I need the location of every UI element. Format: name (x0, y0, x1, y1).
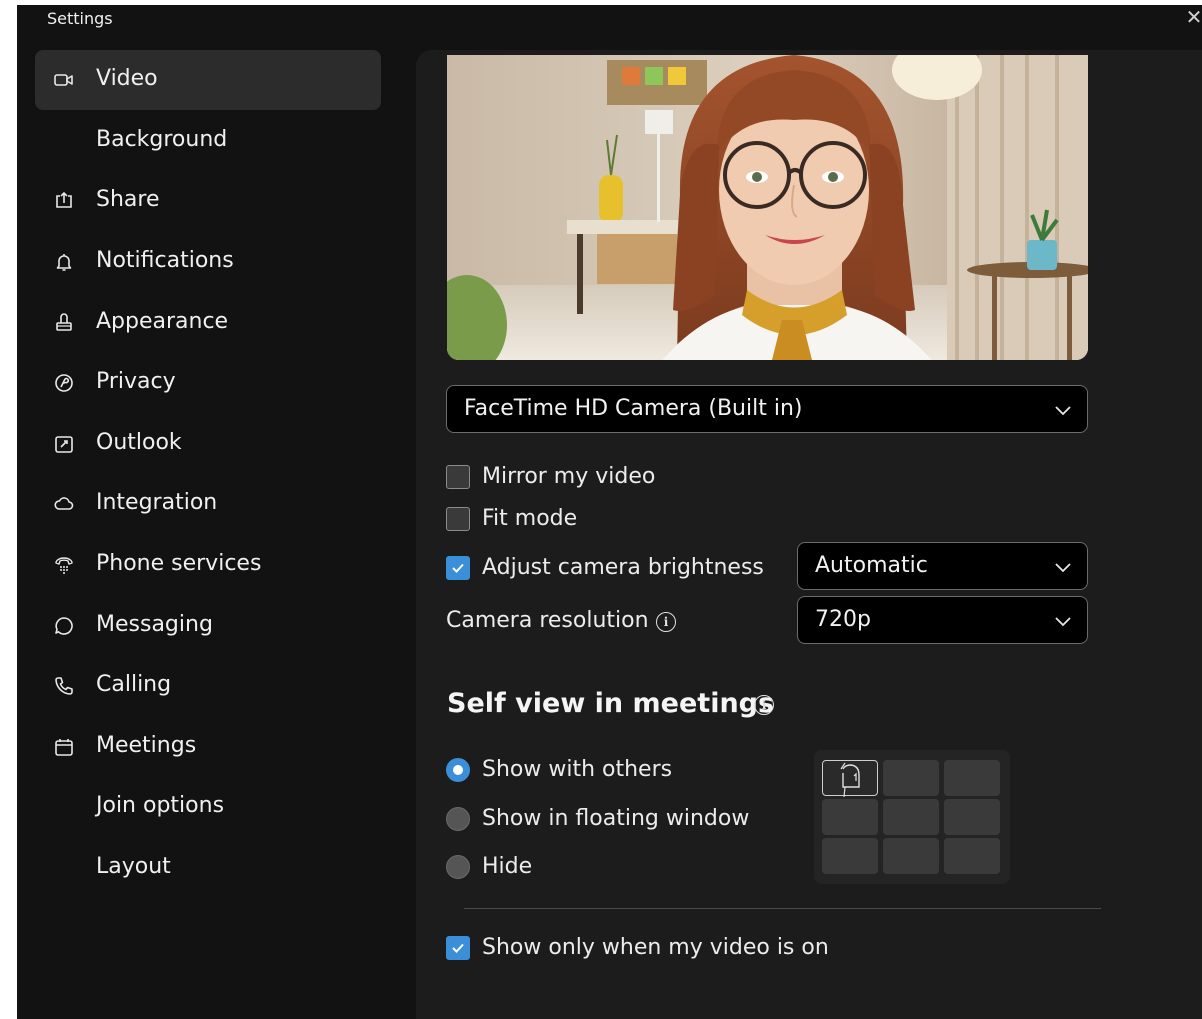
mirror-video-label: Mirror my video (482, 464, 656, 489)
phone-icon (53, 675, 75, 697)
radio-show-in-floating-window[interactable]: Show in floating window (446, 806, 749, 831)
sidebar-item-notifications[interactable]: Notifications (35, 232, 381, 292)
grid-tile (822, 799, 878, 835)
divider (464, 908, 1101, 909)
sidebar-item-label: Meetings (96, 733, 197, 758)
cloud-icon (53, 493, 75, 515)
sidebar-item-join-options[interactable]: Join options (35, 777, 381, 837)
sidebar-item-layout[interactable]: Layout (35, 838, 381, 898)
radio-show-with-others[interactable]: Show with others (446, 757, 672, 782)
sidebar-item-label: Share (96, 187, 160, 212)
sidebar-item-label: Appearance (96, 309, 229, 334)
grid-tile (883, 838, 939, 874)
settings-window: Settings ✕ Video Background Share Notifi… (17, 5, 1202, 1019)
sidebar-item-background[interactable]: Background (35, 111, 381, 171)
sidebar-item-messaging[interactable]: Messaging (35, 596, 381, 656)
show-only-when-video-on-checkbox[interactable]: Show only when my video is on (446, 935, 829, 960)
sidebar-item-label: Join options (96, 793, 225, 818)
chevron-down-icon (1055, 406, 1071, 416)
sidebar-item-label: Privacy (96, 369, 176, 394)
sidebar-item-label: Layout (96, 854, 171, 879)
brightness-select-value: Automatic (815, 553, 928, 578)
grid-tile (822, 838, 878, 874)
self-view-layout-preview (814, 750, 1010, 884)
mirror-video-checkbox[interactable]: Mirror my video (446, 464, 655, 489)
chevron-down-icon (1055, 617, 1071, 627)
self-view-title: Self view in meetings (447, 688, 775, 719)
self-view-person-icon (840, 762, 860, 798)
sidebar-item-label: Phone services (96, 551, 262, 576)
checkmark-icon (452, 943, 464, 953)
brightness-select[interactable]: Automatic (797, 542, 1088, 590)
info-icon[interactable]: i (754, 695, 774, 715)
grid-tile (944, 838, 1000, 874)
camera-preview (447, 55, 1088, 360)
resolution-select[interactable]: 720p (797, 596, 1088, 644)
radio-hide[interactable]: Hide (446, 854, 532, 879)
title-bar: Settings ✕ (17, 5, 1202, 37)
sidebar-item-label: Video (96, 66, 158, 91)
checkbox-box[interactable] (446, 935, 470, 960)
close-button[interactable]: ✕ (1182, 5, 1202, 33)
video-settings-panel: FaceTime HD Camera (Built in) Mirror my … (416, 50, 1202, 1019)
grid-tile (944, 760, 1000, 796)
checkmark-icon (452, 563, 464, 573)
sidebar-item-share[interactable]: Share (35, 171, 381, 231)
sidebar-item-outlook[interactable]: Outlook (35, 414, 381, 474)
adjust-brightness-checkbox[interactable]: Adjust camera brightness (446, 555, 764, 580)
grid-tile (944, 799, 1000, 835)
self-view-tile (822, 760, 878, 798)
phone-services-icon (53, 554, 75, 576)
radio-label: Hide (482, 854, 533, 879)
resolution-select-value: 720p (815, 607, 871, 632)
radio-button[interactable] (446, 854, 470, 879)
chat-bubble-icon (53, 615, 75, 637)
sidebar-item-appearance[interactable]: Appearance (35, 293, 381, 353)
sidebar-item-label: Background (96, 127, 228, 152)
fit-mode-label: Fit mode (482, 506, 578, 531)
radio-button[interactable] (446, 806, 470, 831)
checkbox-box[interactable] (446, 506, 470, 531)
privacy-icon (53, 372, 75, 394)
camera-resolution-label: Camera resolution (446, 608, 649, 633)
camera-select[interactable]: FaceTime HD Camera (Built in) (446, 385, 1088, 433)
sidebar-item-label: Messaging (96, 612, 213, 637)
share-icon (53, 190, 75, 212)
radio-button[interactable] (446, 757, 470, 782)
sidebar-item-label: Notifications (96, 248, 234, 273)
checkbox-box[interactable] (446, 464, 470, 489)
radio-label: Show in floating window (482, 806, 750, 831)
grid-tile (883, 760, 939, 796)
sidebar-item-label: Calling (96, 672, 172, 697)
calendar-icon (53, 736, 75, 758)
sidebar-item-calling[interactable]: Calling (35, 656, 381, 716)
video-camera-icon (53, 69, 75, 91)
fit-mode-checkbox[interactable]: Fit mode (446, 506, 577, 531)
outlook-icon (53, 433, 75, 455)
sidebar-item-phone-services[interactable]: Phone services (35, 535, 381, 595)
sidebar-item-label: Integration (96, 490, 218, 515)
bell-icon (53, 251, 75, 273)
adjust-brightness-label: Adjust camera brightness (482, 555, 764, 580)
info-icon[interactable]: i (656, 612, 676, 632)
sidebar-item-label: Outlook (96, 430, 182, 455)
radio-label: Show with others (482, 757, 673, 782)
camera-select-value: FaceTime HD Camera (Built in) (464, 396, 803, 421)
paint-brush-icon (53, 312, 75, 334)
sidebar-item-meetings[interactable]: Meetings (35, 717, 381, 777)
sidebar-item-video[interactable]: Video (35, 50, 381, 110)
show-only-when-video-on-label: Show only when my video is on (482, 935, 829, 960)
window-title: Settings (47, 9, 113, 28)
settings-sidebar: Video Background Share Notifications App… (17, 45, 397, 1019)
checkbox-box[interactable] (446, 555, 470, 580)
sidebar-item-integration[interactable]: Integration (35, 474, 381, 534)
chevron-down-icon (1055, 563, 1071, 573)
sidebar-item-privacy[interactable]: Privacy (35, 353, 381, 413)
grid-tile (883, 799, 939, 835)
